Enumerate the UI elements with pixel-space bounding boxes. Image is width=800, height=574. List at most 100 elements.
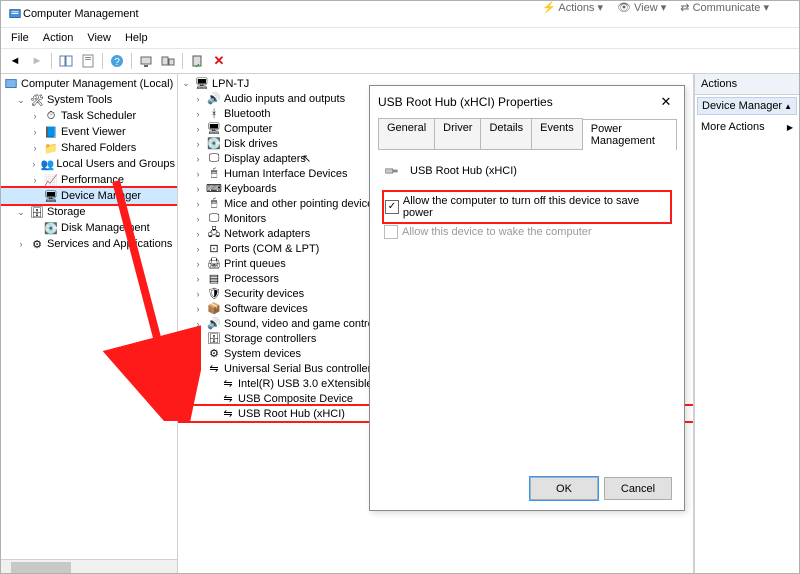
disk-icon: 💽	[43, 221, 59, 235]
expander-icon[interactable]: ⌄	[192, 363, 204, 374]
category-icon: 🖧	[206, 227, 222, 241]
console-tree-pane: Computer Management (Local) ⌄🛠System Too…	[1, 74, 178, 574]
node-task-scheduler[interactable]: Task Scheduler	[61, 110, 136, 122]
actions-more[interactable]: More Actions▶	[695, 117, 799, 137]
menu-bar: File Action View Help	[1, 28, 799, 49]
expander-icon[interactable]: ›	[29, 159, 39, 169]
checkbox-allow-turn-off[interactable]: ✓Allow the computer to turn off this dev…	[385, 195, 669, 219]
tab-general[interactable]: General	[378, 118, 435, 149]
expander-icon[interactable]: ›	[29, 175, 41, 185]
expander-icon[interactable]: ⌄	[15, 207, 27, 218]
expander-icon[interactable]: ›	[192, 289, 204, 299]
uninstall-button[interactable]: ✕	[209, 51, 229, 71]
console-tree[interactable]: Computer Management (Local) ⌄🛠System Too…	[1, 74, 177, 559]
window-title: Computer Management	[23, 8, 139, 20]
menu-help[interactable]: Help	[119, 30, 154, 46]
storage-icon: 🗄	[29, 205, 45, 219]
category-icon: 🔊	[206, 317, 222, 331]
node-disk-mgmt[interactable]: Disk Management	[61, 222, 150, 234]
menu-action[interactable]: Action	[37, 30, 80, 46]
expander-icon[interactable]: ›	[192, 349, 204, 359]
performance-icon: 📈	[43, 173, 59, 187]
category-icon: 🖱	[206, 167, 222, 181]
show-hide-tree-button[interactable]	[56, 51, 76, 71]
node-local-users[interactable]: Local Users and Groups	[56, 158, 175, 170]
expander-icon[interactable]: ›	[15, 239, 27, 249]
chevron-right-icon: ▶	[787, 123, 793, 132]
back-button[interactable]: ◄	[5, 51, 25, 71]
expander-icon[interactable]: ›	[192, 199, 204, 209]
category-icon: 🛡	[206, 287, 222, 301]
category-icon: ᚼ	[206, 107, 222, 121]
folder-icon: 📁	[43, 141, 59, 155]
collapse-icon[interactable]: ▲	[784, 102, 792, 111]
expander-icon[interactable]: ›	[192, 244, 204, 254]
category-icon: 📦	[206, 302, 222, 316]
devices-icon[interactable]	[158, 51, 178, 71]
expander-icon[interactable]: ›	[192, 274, 204, 284]
expander-icon[interactable]: ›	[192, 259, 204, 269]
menu-view[interactable]: View	[81, 30, 117, 46]
category-icon: 🖱	[206, 197, 222, 211]
svg-text:?: ?	[114, 57, 120, 68]
category-icon: ⇋	[206, 362, 222, 376]
expander-icon[interactable]: ›	[192, 109, 204, 119]
expander-icon[interactable]: ›	[192, 304, 204, 314]
tab-details[interactable]: Details	[480, 118, 532, 149]
expander-icon[interactable]: ⌄	[15, 95, 27, 106]
tab-driver[interactable]: Driver	[434, 118, 481, 149]
category-icon: ⊡	[206, 242, 222, 256]
node-performance[interactable]: Performance	[61, 174, 124, 186]
cancel-button[interactable]: Cancel	[604, 477, 672, 500]
horizontal-scrollbar[interactable]	[1, 559, 177, 574]
expander-icon[interactable]: ›	[192, 184, 204, 194]
expander-icon[interactable]: ›	[192, 169, 204, 179]
tab-events[interactable]: Events	[531, 118, 583, 149]
category-icon: ▤	[206, 272, 222, 286]
ok-button[interactable]: OK	[530, 477, 598, 500]
topright-hints: ⚡ Actions ▾ 👁 View ▾ ⇄ Communicate ▾	[542, 1, 769, 14]
tab-power-management[interactable]: Power Management	[582, 119, 677, 150]
properties-dialog: USB Root Hub (xHCI) Properties ✕ General…	[369, 85, 685, 511]
node-root[interactable]: Computer Management (Local)	[21, 78, 173, 90]
node-services[interactable]: Services and Applications	[47, 238, 172, 250]
toolbar: ◄ ► ? ✕	[1, 49, 799, 74]
computer-icon: 🖥	[194, 77, 210, 91]
scan-button[interactable]	[187, 51, 207, 71]
menu-file[interactable]: File	[5, 30, 35, 46]
expander-icon[interactable]: ›	[192, 124, 204, 134]
app-icon	[7, 7, 23, 21]
expander-icon[interactable]: ›	[192, 334, 204, 344]
forward-button[interactable]: ►	[27, 51, 47, 71]
cursor-icon: ↖	[302, 152, 311, 165]
expander-icon[interactable]: ›	[29, 111, 41, 121]
event-viewer-icon: 📘	[43, 125, 59, 139]
node-storage[interactable]: Storage	[47, 206, 86, 218]
expander-icon[interactable]: ›	[192, 94, 204, 104]
expander-icon[interactable]: ›	[192, 139, 204, 149]
usb-icon: ⇋	[220, 392, 236, 406]
node-system-tools[interactable]: System Tools	[47, 94, 112, 106]
node-device-manager[interactable]: 🖥Device Manager	[1, 188, 177, 204]
help-button[interactable]: ?	[107, 51, 127, 71]
category-icon: ⚙	[206, 347, 222, 361]
actions-pane: Actions Device Manager▲ More Actions▶	[694, 74, 799, 574]
computer-management-window: ⚡ Actions ▾ 👁 View ▾ ⇄ Communicate ▾ Com…	[0, 0, 800, 574]
category-icon: 🖨	[206, 257, 222, 271]
node-shared-folders[interactable]: Shared Folders	[61, 142, 136, 154]
pc-icon[interactable]	[136, 51, 156, 71]
dialog-tabs: General Driver Details Events Power Mana…	[378, 118, 676, 150]
category-icon: 🗄	[206, 332, 222, 346]
device-manager-icon: 🖥	[43, 189, 59, 203]
expander-icon[interactable]: ›	[192, 214, 204, 224]
actions-section[interactable]: Device Manager▲	[697, 97, 797, 115]
close-button[interactable]: ✕	[656, 92, 676, 112]
expander-icon[interactable]: ›	[29, 127, 41, 137]
expander-icon[interactable]: ›	[192, 319, 204, 329]
expander-icon[interactable]: ›	[192, 229, 204, 239]
device-computer-root[interactable]: LPN-TJ	[212, 78, 249, 90]
properties-button[interactable]	[78, 51, 98, 71]
expander-icon[interactable]: ›	[29, 143, 41, 153]
usb-icon: ⇋	[220, 407, 236, 421]
node-event-viewer[interactable]: Event Viewer	[61, 126, 126, 138]
